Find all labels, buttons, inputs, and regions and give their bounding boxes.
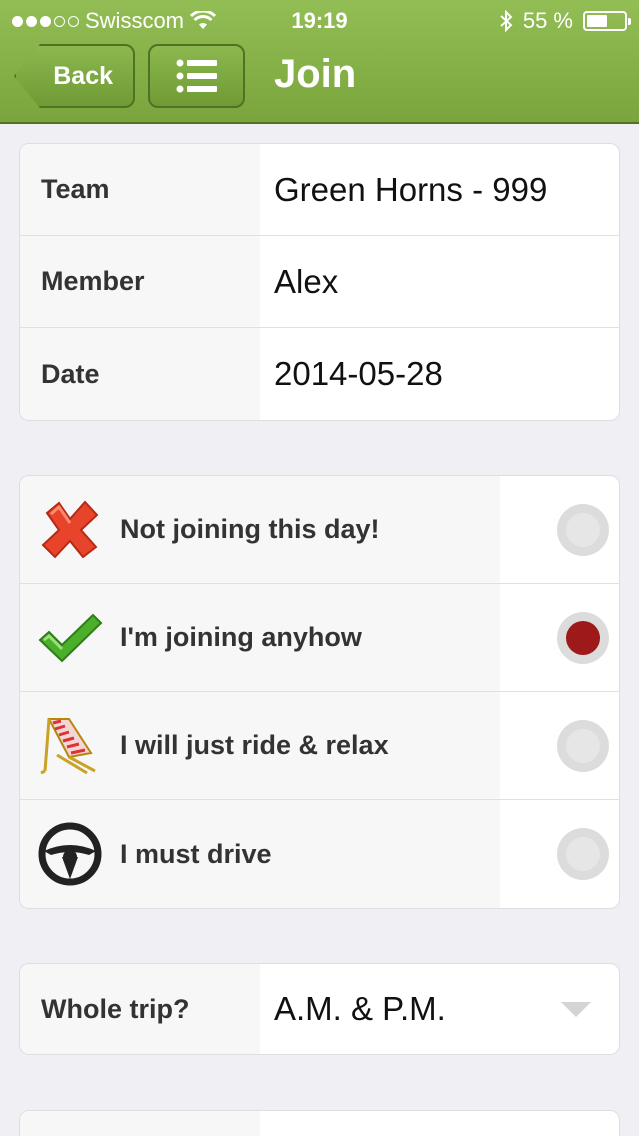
deck-chair-icon <box>20 715 120 777</box>
team-row: Team Green Horns - 999 <box>20 144 619 236</box>
option-main: I must drive <box>20 800 500 908</box>
option-must-drive[interactable]: I must drive <box>20 800 619 908</box>
radio-not-joining[interactable] <box>557 503 609 556</box>
option-label: Not joining this day! <box>120 514 380 544</box>
member-value: Alex <box>274 262 339 300</box>
option-main: I'm joining anyhow <box>20 584 500 691</box>
option-label: I'm joining anyhow <box>120 622 362 652</box>
option-label: I will just ride & relax <box>120 730 389 760</box>
menu-button[interactable] <box>148 44 245 108</box>
option-ride-relax[interactable]: I will just ride & relax <box>20 692 619 800</box>
radio-ride-relax[interactable] <box>557 719 609 772</box>
date-row: Date 2014-05-28 <box>20 328 619 420</box>
green-check-icon <box>20 612 120 664</box>
team-value: Green Horns - 999 <box>274 170 548 208</box>
red-x-icon <box>20 499 120 561</box>
participation-options: Not joining this day! I'm joining anyhow <box>19 475 620 909</box>
list-icon <box>176 59 217 93</box>
option-label: I must drive <box>120 838 272 869</box>
battery-icon <box>583 11 631 31</box>
member-row: Member Alex <box>20 236 619 328</box>
trip-card: Whole trip? A.M. & P.M. <box>19 963 620 1055</box>
bluetooth-icon <box>500 10 513 32</box>
trip-row[interactable]: Whole trip? A.M. & P.M. <box>20 964 619 1054</box>
radio-must-drive[interactable] <box>557 828 609 880</box>
back-button-label: Back <box>53 61 113 90</box>
app-header: Swisscom 19:19 55 % Back Join <box>0 0 639 124</box>
date-label: Date <box>20 328 260 420</box>
page-title: Join <box>274 52 357 96</box>
nav-bar: Back Join <box>0 44 639 108</box>
team-label: Team <box>20 144 260 235</box>
option-joining[interactable]: I'm joining anyhow <box>20 584 619 692</box>
option-not-joining[interactable]: Not joining this day! <box>20 476 619 584</box>
status-bar: Swisscom 19:19 55 % <box>0 0 639 40</box>
member-label: Member <box>20 236 260 327</box>
option-main: I will just ride & relax <box>20 692 500 799</box>
info-card: Team Green Horns - 999 Member Alex Date … <box>19 143 620 421</box>
battery-level <box>587 15 607 27</box>
back-button[interactable]: Back <box>14 44 135 108</box>
trip-label: Whole trip? <box>20 964 260 1054</box>
steering-wheel-icon <box>20 821 120 887</box>
status-right: 55 % <box>499 8 631 34</box>
dropdown-arrow-icon[interactable] <box>561 1002 591 1017</box>
next-card <box>19 1110 620 1136</box>
option-main: Not joining this day! <box>20 476 500 583</box>
radio-joining[interactable] <box>557 611 609 664</box>
battery-percent: 55 % <box>522 8 573 33</box>
date-value: 2014-05-28 <box>274 355 443 392</box>
